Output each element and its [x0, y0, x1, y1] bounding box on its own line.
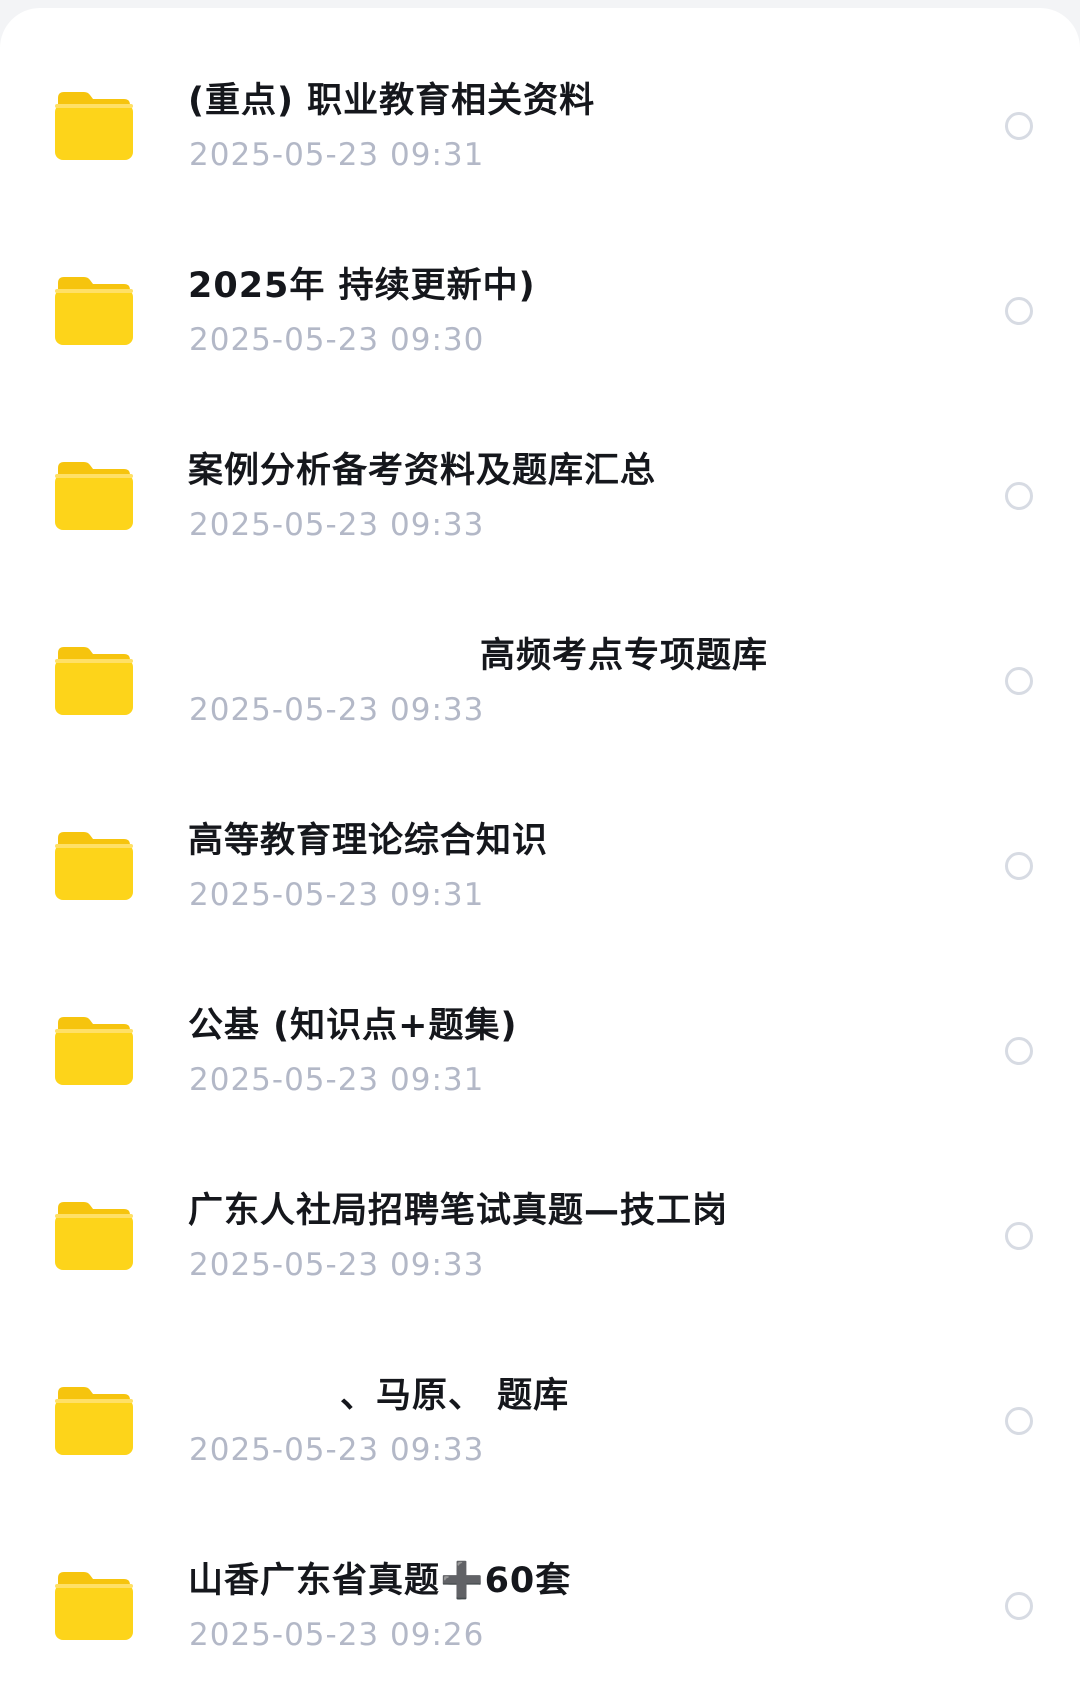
- folder-name: 山香广东省真题➕60套: [188, 1561, 572, 1601]
- folder-icon: [54, 1200, 134, 1272]
- select-radio[interactable]: [1005, 1592, 1033, 1620]
- select-radio[interactable]: [1005, 297, 1033, 325]
- folder-name: 高等教育理论综合知识: [188, 821, 549, 861]
- folder-date: 2025-05-23 09:26: [189, 1617, 485, 1653]
- folder-date: 2025-05-23 09:31: [189, 1062, 485, 1098]
- folder-date: 2025-05-23 09:33: [189, 1247, 485, 1283]
- list-item[interactable]: 高频考点专项题库 2025-05-23 09:33: [0, 563, 1080, 748]
- folder-icon: [54, 460, 134, 532]
- list-item[interactable]: 案例分析备考资料及题库汇总 2025-05-23 09:33: [0, 378, 1080, 563]
- list-item[interactable]: 高等教育理论综合知识 2025-05-23 09:31: [0, 748, 1080, 933]
- folder-name: 2025年 持续更新中): [188, 266, 536, 306]
- select-radio[interactable]: [1005, 667, 1033, 695]
- folder-icon: [54, 90, 134, 162]
- folder-date: 2025-05-23 09:33: [189, 692, 485, 728]
- list-item[interactable]: 广东人社局招聘笔试真题—技工岗 2025-05-23 09:33: [0, 1118, 1080, 1303]
- folder-name: 公基 (知识点+题集): [188, 1006, 518, 1046]
- file-list-sheet: (重点) 职业教育相关资料 2025-05-23 09:31 2025年 持续更…: [0, 8, 1080, 1708]
- select-radio[interactable]: [1005, 112, 1033, 140]
- list-item[interactable]: 山香广东省真题➕60套 2025-05-23 09:26: [0, 1488, 1080, 1673]
- folder-name: (重点) 职业教育相关资料: [188, 81, 596, 121]
- list-item[interactable]: 2025年 持续更新中) 2025-05-23 09:30: [0, 193, 1080, 378]
- folder-icon: [54, 830, 134, 902]
- select-radio[interactable]: [1005, 1407, 1033, 1435]
- folder-icon: [54, 1570, 134, 1642]
- select-radio[interactable]: [1005, 852, 1033, 880]
- folder-date: 2025-05-23 09:31: [189, 877, 485, 913]
- list-item[interactable]: 公基 (知识点+题集) 2025-05-23 09:31: [0, 933, 1080, 1118]
- folder-date: 2025-05-23 09:33: [189, 1432, 485, 1468]
- folder-name: 、马原、 题库: [340, 1376, 570, 1416]
- folder-date: 2025-05-23 09:33: [189, 507, 485, 543]
- select-radio[interactable]: [1005, 482, 1033, 510]
- list-item[interactable]: 、马原、 题库 2025-05-23 09:33: [0, 1303, 1080, 1488]
- folder-name: 广东人社局招聘笔试真题—技工岗: [188, 1191, 729, 1231]
- folder-icon: [54, 1385, 134, 1457]
- list-item[interactable]: (重点) 职业教育相关资料 2025-05-23 09:31: [0, 8, 1080, 193]
- folder-date: 2025-05-23 09:31: [189, 137, 485, 173]
- select-radio[interactable]: [1005, 1222, 1033, 1250]
- folder-icon: [54, 1015, 134, 1087]
- select-radio[interactable]: [1005, 1037, 1033, 1065]
- folder-name: 高频考点专项题库: [480, 636, 769, 676]
- folder-name: 案例分析备考资料及题库汇总: [188, 451, 657, 491]
- folder-icon: [54, 275, 134, 347]
- folder-date: 2025-05-23 09:30: [189, 322, 485, 358]
- folder-icon: [54, 645, 134, 717]
